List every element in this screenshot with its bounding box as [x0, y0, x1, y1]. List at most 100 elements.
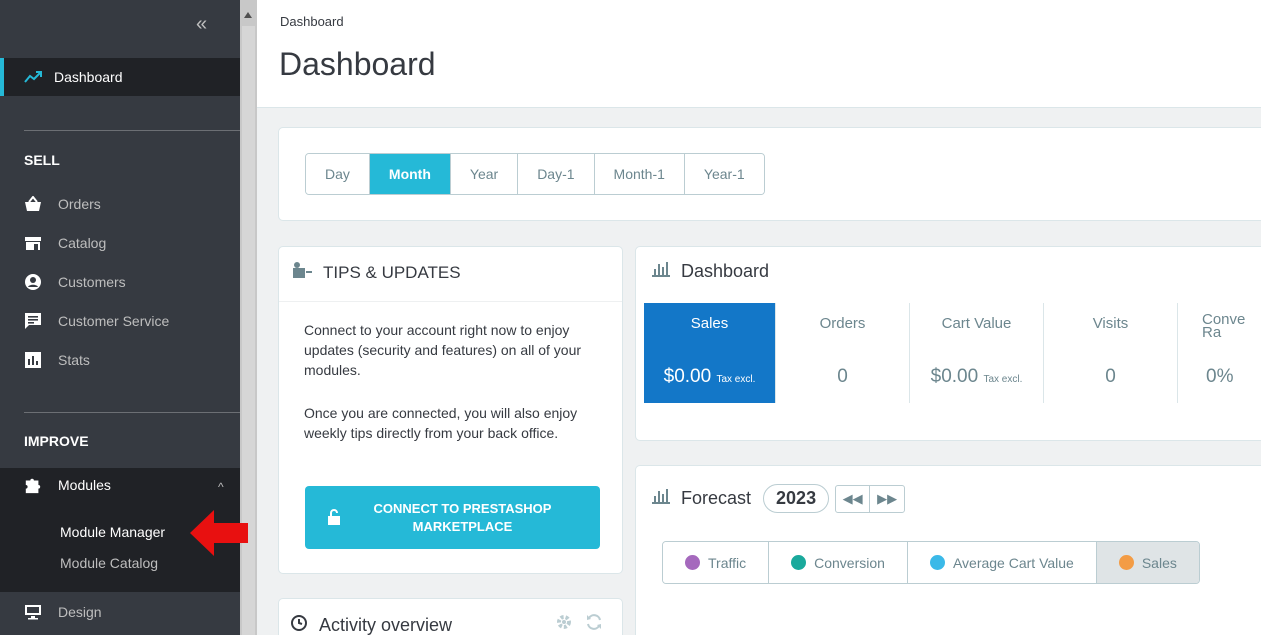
- bar-chart-icon: [651, 488, 671, 509]
- forecast-filter-group: Traffic Conversion Average Cart Value Sa…: [662, 541, 1200, 584]
- kpi-name: Cart Value: [941, 315, 1012, 332]
- sidebar-item-label: Catalog: [58, 235, 107, 251]
- year-nav-group: ◀◀ ▶▶: [835, 484, 906, 513]
- bar-chart-icon: [651, 261, 671, 282]
- monitor-icon: [24, 603, 42, 621]
- dot-icon: [791, 555, 807, 570]
- kpi-value: 0: [837, 366, 848, 387]
- period-day-1-button[interactable]: Day-1: [518, 154, 595, 194]
- kpi-value: $0.00 Tax excl.: [930, 366, 1023, 387]
- forward-icon[interactable]: ▶▶: [870, 486, 904, 512]
- dot-icon: [1118, 555, 1134, 570]
- tips-updates-card: TIPS & UPDATES Connect to your account r…: [278, 246, 623, 574]
- period-button-group: Day Month Year Day-1 Month-1 Year-1: [305, 153, 765, 195]
- divider: [24, 412, 240, 413]
- gear-icon[interactable]: [555, 613, 573, 635]
- clock-icon: [291, 615, 307, 635]
- page-header: Dashboard Dashboard: [257, 0, 1261, 108]
- period-month-1-button[interactable]: Month-1: [594, 154, 685, 194]
- sidebar-item-label: Customer Service: [58, 313, 170, 329]
- filter-sales-button[interactable]: Sales: [1096, 542, 1199, 583]
- filter-conversion-button[interactable]: Conversion: [769, 542, 908, 583]
- sidebar-item-dashboard[interactable]: Dashboard: [0, 58, 240, 96]
- page-title: Dashboard: [279, 46, 436, 82]
- chevron-up-icon[interactable]: ^: [218, 480, 224, 494]
- kpi-sales[interactable]: Sales $0.00 Tax excl.: [644, 303, 776, 403]
- sidebar-item-modules[interactable]: Modules: [24, 476, 111, 494]
- sidebar-item-customer-service[interactable]: Customer Service: [24, 309, 169, 333]
- sidebar-item-label: Dashboard: [54, 69, 123, 85]
- sidebar-item-orders[interactable]: Orders: [24, 192, 101, 216]
- sidebar-subitem-module-catalog[interactable]: Module Catalog: [60, 555, 158, 571]
- activity-overview-card: Activity overview: [278, 598, 623, 635]
- card-title: TIPS & UPDATES: [323, 262, 461, 282]
- period-day-button[interactable]: Day: [306, 154, 370, 194]
- card-title: Dashboard: [681, 261, 770, 281]
- bar-chart-icon: [24, 351, 42, 369]
- forecast-card: Forecast 2023 ◀◀ ▶▶ Traffic Conversion A…: [635, 465, 1261, 635]
- chat-icon: [24, 312, 42, 330]
- period-month-button[interactable]: Month: [369, 154, 451, 194]
- scroll-up-arrow-icon[interactable]: [244, 12, 252, 18]
- dot-icon: [929, 555, 945, 570]
- section-header-sell: SELL: [24, 152, 60, 168]
- sidebar-item-stats[interactable]: Stats: [24, 348, 90, 372]
- sidebar-item-label: Customers: [58, 274, 126, 290]
- trend-icon: [24, 71, 42, 83]
- kpi-value: 0%: [1206, 366, 1234, 387]
- filter-average-cart-value-button[interactable]: Average Cart Value: [907, 542, 1097, 583]
- sidebar-item-catalog[interactable]: Catalog: [24, 231, 106, 255]
- puzzle-person-icon: [291, 261, 313, 284]
- kpi-row: Sales $0.00 Tax excl. Orders 0 Cart Valu…: [644, 303, 1258, 403]
- card-tools: [555, 613, 603, 635]
- kpi-value: $0.00 Tax excl.: [663, 366, 756, 387]
- card-header: TIPS & UPDATES: [291, 261, 461, 284]
- sidebar-item-design[interactable]: Design: [24, 600, 102, 624]
- kpi-name: Orders: [819, 315, 866, 332]
- sidebar-item-label: Orders: [58, 196, 101, 212]
- main-content: Dashboard Dashboard Day Month Year Day-1…: [257, 0, 1261, 635]
- kpi-visits[interactable]: Visits 0: [1044, 303, 1178, 403]
- sidebar-item-label: Stats: [58, 352, 90, 368]
- sidebar-item-label: Design: [58, 604, 102, 620]
- breadcrumb[interactable]: Dashboard: [280, 14, 344, 29]
- tips-paragraph: Connect to your account right now to enj…: [304, 322, 582, 378]
- sidebar-item-label: Modules: [58, 477, 111, 493]
- shopping-basket-icon: [24, 195, 42, 213]
- account-circle-icon: [24, 273, 42, 291]
- button-label: CONNECT TO PRESTASHOP MARKETPLACE: [373, 500, 552, 534]
- kpi-cart-value[interactable]: Cart Value $0.00 Tax excl.: [910, 303, 1044, 403]
- double-chevron-left-icon[interactable]: «: [196, 14, 207, 34]
- tips-paragraph: Once you are connected, you will also en…: [304, 405, 578, 441]
- puzzle-icon: [24, 476, 42, 494]
- unlock-icon: [327, 509, 341, 528]
- card-header: Forecast 2023 ◀◀ ▶▶: [651, 484, 906, 513]
- dot-icon: [685, 555, 700, 570]
- card-title: Forecast: [681, 488, 752, 508]
- refresh-icon[interactable]: [585, 613, 603, 635]
- store-icon: [24, 234, 42, 252]
- kpi-conversion-rate[interactable]: Conve Ra 0%: [1178, 303, 1258, 403]
- kpi-name: Conve Ra: [1202, 311, 1246, 341]
- period-selector-card: Day Month Year Day-1 Month-1 Year-1: [278, 127, 1261, 221]
- filter-traffic-button[interactable]: Traffic: [663, 542, 770, 583]
- kpi-name: Visits: [1092, 315, 1129, 332]
- kpi-name: Sales: [690, 315, 729, 332]
- period-year-1-button[interactable]: Year-1: [684, 154, 764, 194]
- sidebar-subitem-module-manager[interactable]: Module Manager: [60, 524, 165, 540]
- divider: [279, 301, 622, 302]
- card-header: Activity overview: [291, 615, 452, 635]
- section-header-improve: IMPROVE: [24, 433, 89, 449]
- kpi-value: 0: [1105, 366, 1116, 387]
- card-header: Dashboard: [651, 261, 769, 282]
- card-title: Activity overview: [319, 615, 453, 635]
- backward-icon[interactable]: ◀◀: [836, 485, 871, 512]
- red-arrow-annotation: [190, 510, 248, 556]
- forecast-year: 2023: [763, 484, 830, 513]
- dashboard-kpi-card: Dashboard Sales $0.00 Tax excl. Orders 0…: [635, 246, 1261, 441]
- period-year-button[interactable]: Year: [450, 154, 519, 194]
- sidebar-item-customers[interactable]: Customers: [24, 270, 126, 294]
- connect-marketplace-button[interactable]: CONNECT TO PRESTASHOP MARKETPLACE: [305, 486, 600, 549]
- divider: [24, 130, 240, 131]
- kpi-orders[interactable]: Orders 0: [776, 303, 910, 403]
